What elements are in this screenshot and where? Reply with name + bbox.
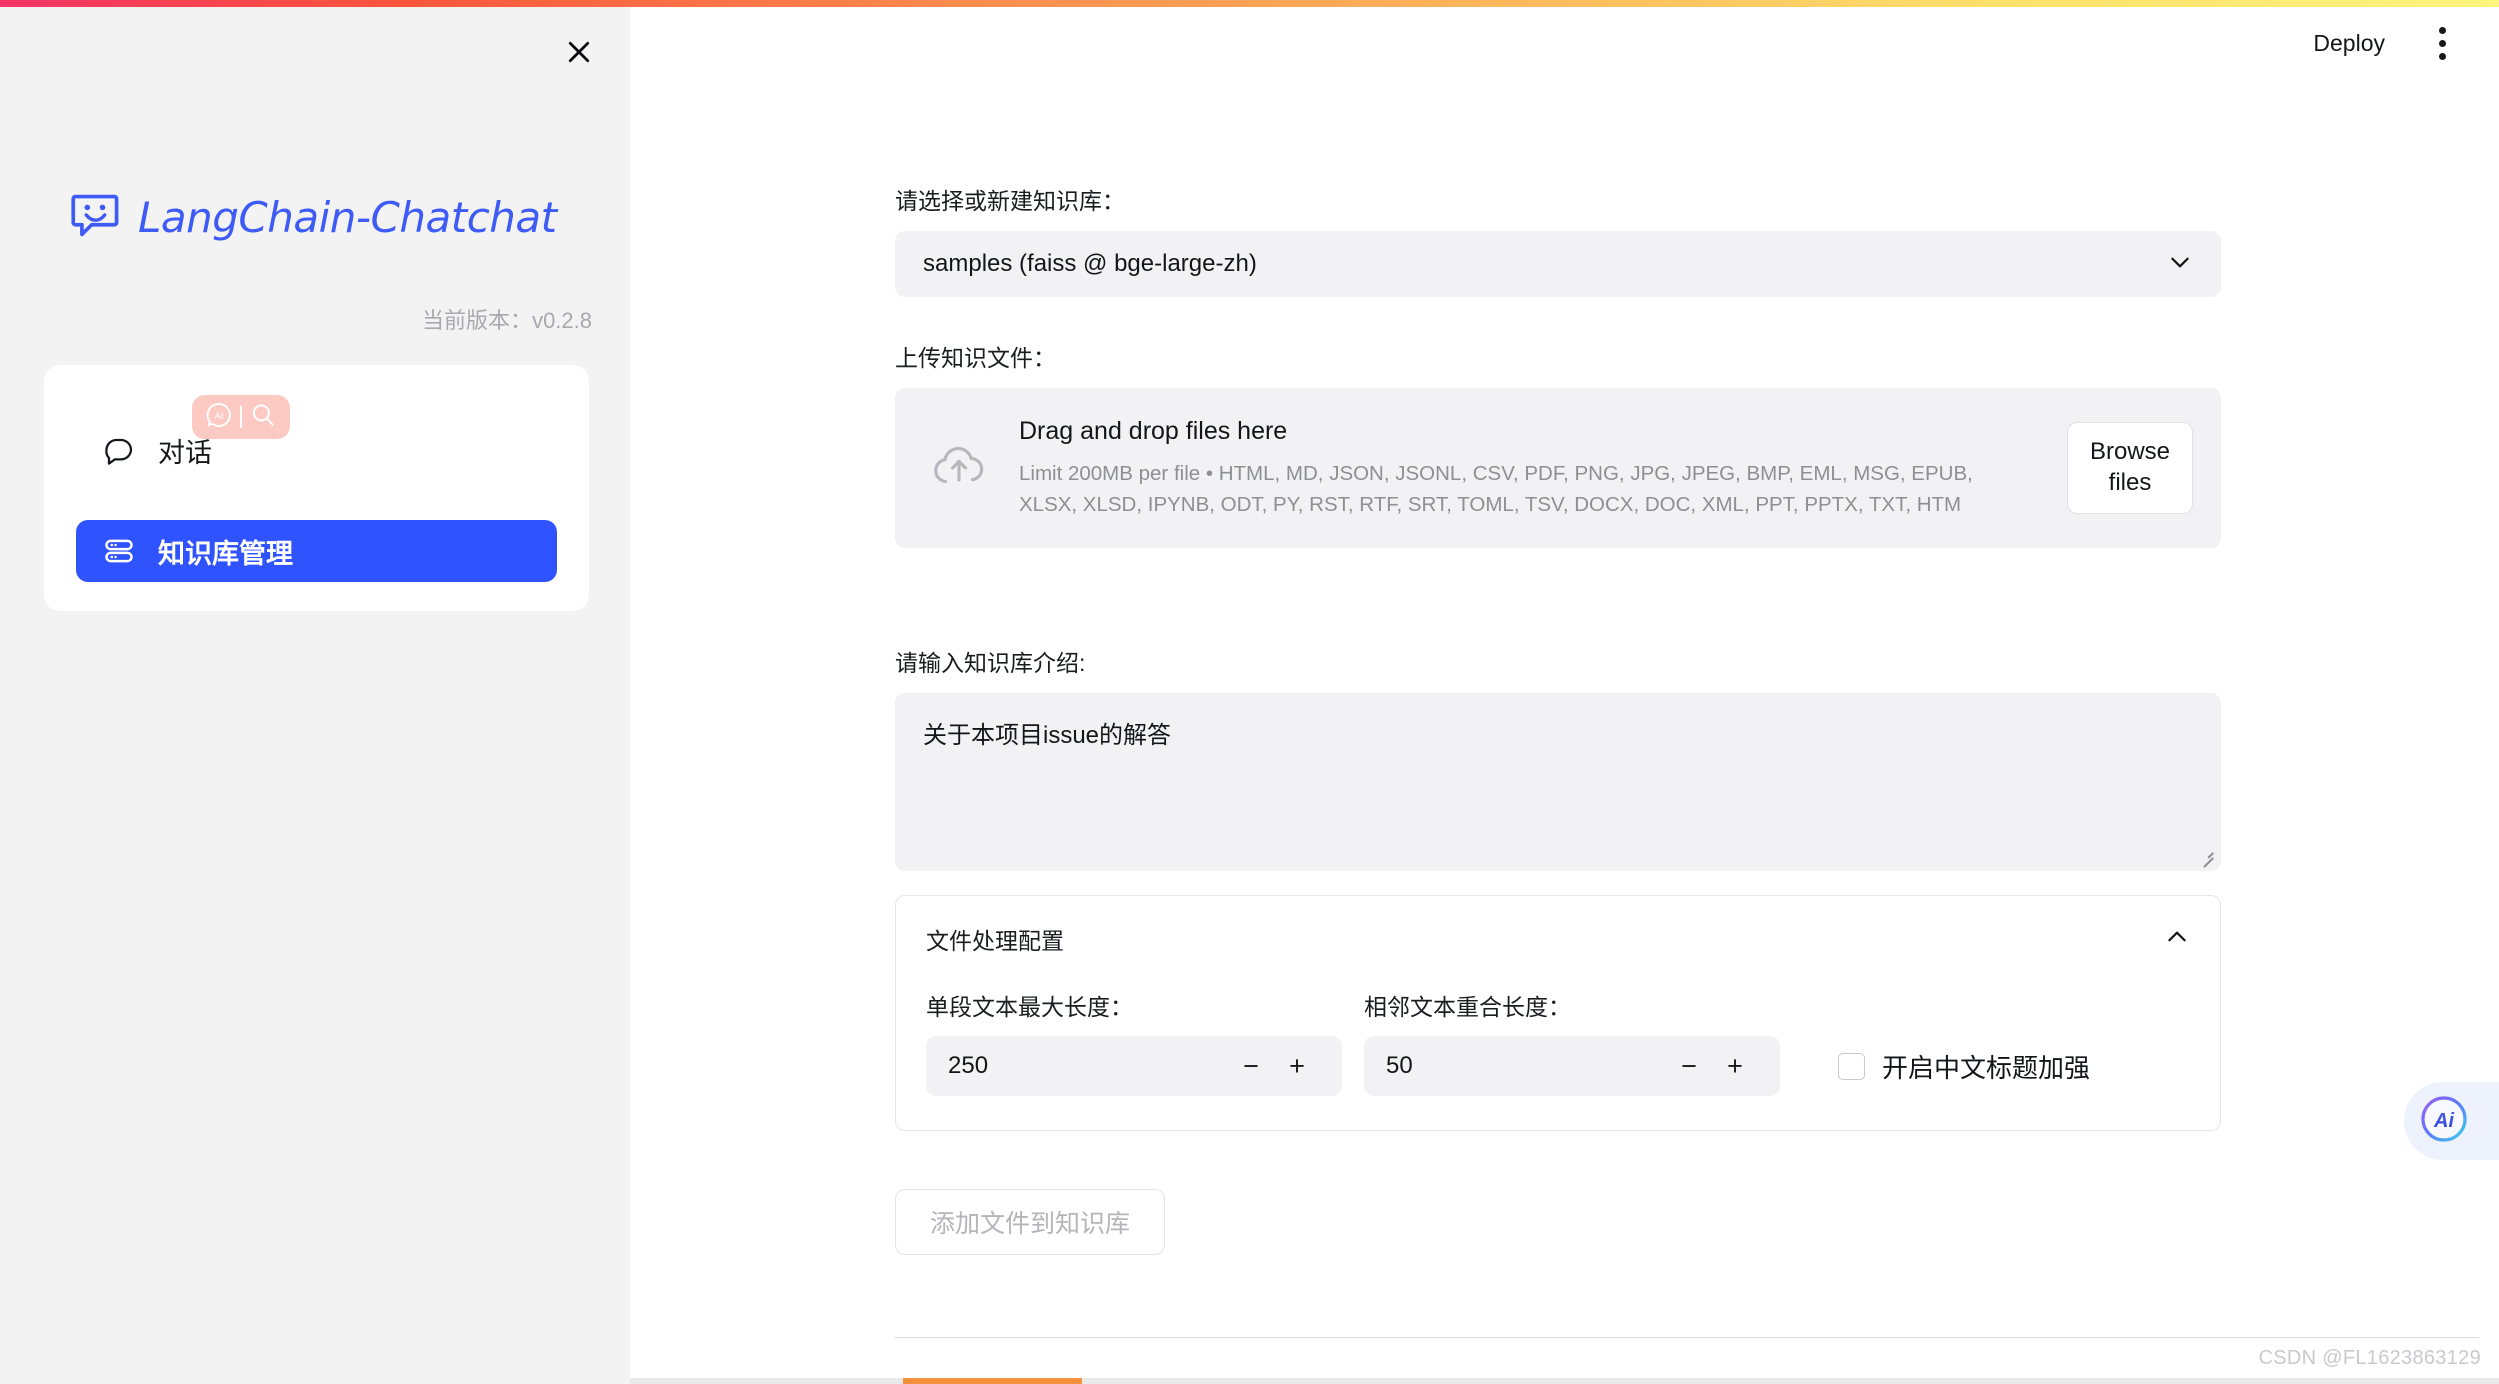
main-content: 请选择或新建知识库： samples (faiss @ bge-large-zh…	[630, 7, 2499, 1384]
chunk-size-increment-button[interactable]: +	[1274, 1043, 1320, 1089]
file-dropzone[interactable]: Drag and drop files here Limit 200MB per…	[895, 388, 2221, 549]
sidebar-nav-card: 对话 知识库管理	[44, 365, 589, 611]
chunk-overlap-decrement-button[interactable]: −	[1666, 1043, 1712, 1089]
zh-title-enhance-checkbox[interactable]: 开启中文标题加强	[1802, 1036, 2090, 1096]
brand-name: LangChain-Chatchat	[138, 193, 557, 242]
chunk-overlap-value: 50	[1386, 1052, 1413, 1079]
chunk-size-label: 单段文本最大长度：	[926, 994, 1133, 1020]
kb-select-section: 请选择或新建知识库： samples (faiss @ bge-large-zh…	[895, 185, 2221, 298]
file-config-header[interactable]: 文件处理配置	[926, 922, 2190, 956]
chunk-size-input[interactable]: 250 − +	[926, 1036, 1342, 1096]
svg-text:AI: AI	[214, 410, 223, 421]
file-uploader-section: 上传知识文件： Drag and drop files here Limit 2…	[895, 342, 2221, 549]
top-loading-bar	[0, 0, 2499, 7]
floating-ai-assistant-button[interactable]: Ai	[2404, 1082, 2499, 1160]
section-divider	[895, 1337, 2479, 1338]
add-files-section: 添加文件到知识库	[895, 1189, 2221, 1255]
deploy-button[interactable]: Deploy	[2309, 24, 2389, 63]
app-header: Deploy	[2309, 7, 2499, 79]
ai-bubble-icon: AI	[205, 401, 233, 434]
bottom-progress-fill	[902, 1378, 1083, 1384]
kb-intro-wrap	[895, 693, 2221, 872]
version-value: v0.2.8	[532, 308, 592, 333]
chunk-size-value: 250	[948, 1052, 989, 1079]
chunk-overlap-input[interactable]: 50 − +	[1364, 1036, 1780, 1096]
kebab-menu-icon[interactable]	[2423, 21, 2461, 65]
chunk-size-group: 单段文本最大长度： 250 − +	[926, 988, 1342, 1096]
close-icon	[564, 37, 594, 67]
chevron-up-icon[interactable]	[2164, 924, 2190, 955]
chat-smiley-logo-icon	[70, 189, 122, 246]
kb-intro-label: 请输入知识库介绍:	[895, 650, 1086, 676]
upload-cloud-icon	[929, 440, 989, 497]
version-label: 当前版本：	[422, 308, 533, 333]
kb-select[interactable]: samples (faiss @ bge-large-zh)	[895, 231, 2221, 298]
sidebar-item-knowledge-base[interactable]: 知识库管理	[76, 520, 557, 582]
ai-circle-icon: Ai	[2416, 1091, 2472, 1152]
sidebar-close-button[interactable]	[556, 29, 602, 75]
checkbox-box-icon[interactable]	[1838, 1052, 1865, 1080]
sidebar-item-chat[interactable]: 对话	[76, 419, 557, 481]
uploader-label: 上传知识文件：	[895, 345, 1056, 371]
chunk-size-decrement-button[interactable]: −	[1228, 1043, 1274, 1089]
chunk-overlap-increment-button[interactable]: +	[1712, 1043, 1758, 1089]
watermark: CSDN @FL1623863129	[2258, 1347, 2481, 1369]
bottom-progress-strip	[630, 1378, 2499, 1384]
kb-select-value: samples (faiss @ bge-large-zh)	[923, 250, 1257, 278]
add-files-to-kb-button[interactable]: 添加文件到知识库	[895, 1189, 1166, 1255]
svg-text:Ai: Ai	[2433, 1110, 2454, 1132]
chevron-down-icon	[2167, 249, 2193, 280]
file-config-panel: 文件处理配置 单段文本最大长度： 250 − + 相邻文本重合长度： 50 − …	[895, 895, 2221, 1131]
brand-logo: LangChain-Chatchat	[70, 189, 570, 246]
search-icon	[249, 401, 277, 434]
file-config-row: 单段文本最大长度： 250 − + 相邻文本重合长度： 50 − + 开启中文标…	[926, 988, 2190, 1096]
ai-search-badge[interactable]: AI	[192, 395, 290, 439]
file-config-section: 文件处理配置 单段文本最大长度： 250 − + 相邻文本重合长度： 50 − …	[895, 895, 2221, 1131]
zh-title-enhance-label: 开启中文标题加强	[1882, 1052, 2091, 1083]
file-config-title: 文件处理配置	[926, 928, 1064, 954]
badge-divider	[240, 406, 242, 428]
kb-intro-section: 请输入知识库介绍:	[895, 647, 2221, 872]
dropzone-limit-text: Limit 200MB per file • HTML, MD, JSON, J…	[1019, 461, 1973, 516]
version-info: 当前版本：v0.2.8	[0, 303, 592, 335]
database-icon	[102, 534, 136, 568]
app-root: LangChain-Chatchat 当前版本：v0.2.8 对话 知识库管理 …	[0, 0, 2499, 1384]
kb-select-label: 请选择或新建知识库：	[895, 188, 1125, 214]
dropzone-title: Drag and drop files here	[1019, 416, 1288, 445]
chunk-overlap-group: 相邻文本重合长度： 50 − +	[1364, 988, 1780, 1096]
chat-bubble-icon	[102, 433, 136, 467]
kb-intro-textarea[interactable]	[895, 693, 2221, 872]
sidebar-item-label-knowledge-base: 知识库管理	[158, 538, 293, 569]
browse-files-button[interactable]: Browse files	[2067, 422, 2193, 515]
uploader-texts: Drag and drop files here Limit 200MB per…	[1019, 417, 2037, 520]
sidebar: LangChain-Chatchat 当前版本：v0.2.8 对话 知识库管理 …	[0, 7, 630, 1384]
chunk-overlap-label: 相邻文本重合长度：	[1364, 994, 1571, 1020]
